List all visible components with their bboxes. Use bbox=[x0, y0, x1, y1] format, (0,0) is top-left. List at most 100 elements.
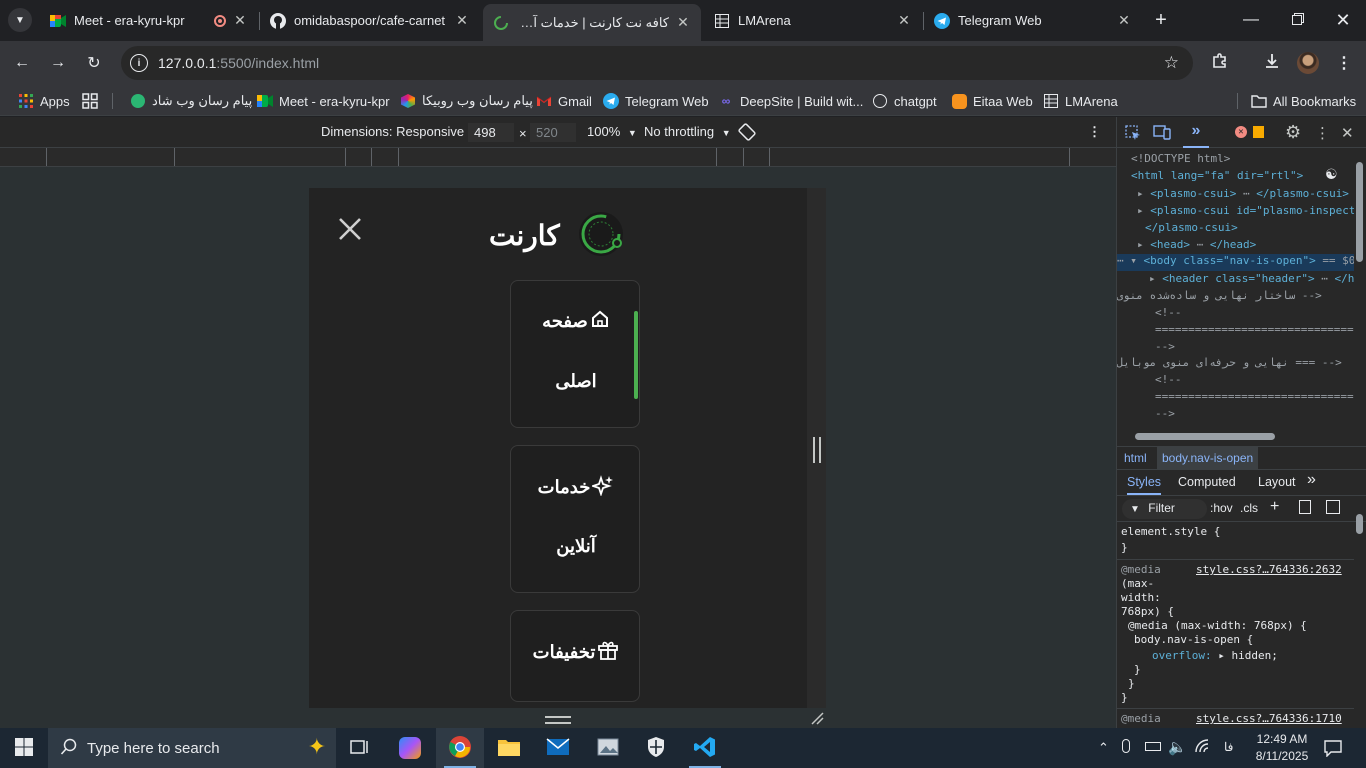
paint-icon[interactable] bbox=[1299, 500, 1311, 514]
menu-item-online-services[interactable]: خدمات آنلاین bbox=[510, 445, 640, 593]
dom-vertical-scrollbar[interactable] bbox=[1355, 152, 1364, 422]
error-icon[interactable]: ✕ bbox=[1235, 126, 1247, 138]
dom-line[interactable]: <!-- bbox=[1155, 306, 1182, 319]
dom-line-selected[interactable]: ⋯ ▾ <body class="nav-is-open"> == $0 bbox=[1117, 254, 1354, 271]
clock[interactable]: 12:49 AM 8/11/2025 bbox=[1250, 731, 1314, 765]
device-more-button[interactable]: ⋮ bbox=[1088, 124, 1101, 140]
bookmark-eitaa[interactable]: Eitaa Web bbox=[951, 91, 1033, 111]
settings-gear-icon[interactable]: ⚙ bbox=[1285, 122, 1301, 143]
dom-line[interactable]: --> bbox=[1155, 340, 1175, 353]
dom-line[interactable]: ============================== bbox=[1155, 323, 1354, 336]
breadcrumb-body[interactable]: body.nav-is-open bbox=[1157, 447, 1259, 469]
style-element[interactable]: element.style { bbox=[1121, 525, 1220, 538]
bookmark-shad[interactable]: پیام رسان وب شاد bbox=[130, 91, 252, 111]
input-language[interactable]: فا bbox=[1224, 740, 1233, 754]
panels-chevron-icon[interactable]: » bbox=[1183, 122, 1209, 148]
all-bookmarks-button[interactable]: All Bookmarks bbox=[1251, 91, 1356, 111]
zoom-select[interactable]: 100% ▼ bbox=[587, 124, 637, 139]
more-vert-icon[interactable]: ⋮ bbox=[1315, 124, 1330, 142]
wifi-icon[interactable] bbox=[1194, 738, 1210, 757]
rotate-button[interactable] bbox=[738, 123, 756, 144]
close-icon[interactable]: ✕ bbox=[232, 12, 248, 29]
accessibility-icon[interactable]: ☯ bbox=[1325, 167, 1338, 183]
profile-avatar[interactable] bbox=[1294, 49, 1322, 77]
tab-meet[interactable]: Meet - era-kyru-kpr ✕ bbox=[40, 6, 258, 35]
brand-logo[interactable]: کارنت bbox=[489, 210, 626, 260]
star-icon[interactable]: ☆ bbox=[1164, 53, 1179, 73]
more-tabs-icon[interactable]: » bbox=[1307, 471, 1316, 489]
width-input[interactable]: 498 bbox=[468, 123, 514, 142]
browser-menu-button[interactable]: ⋮ bbox=[1330, 49, 1358, 77]
style-source-link[interactable]: style.css?…764336:1710 bbox=[1196, 712, 1342, 725]
dom-line[interactable]: <html lang="fa" dir="rtl"> bbox=[1131, 169, 1303, 182]
bookmark-deepsite[interactable]: ∞ DeepSite | Build wit... bbox=[718, 91, 864, 111]
close-icon[interactable]: ✕ bbox=[1116, 12, 1132, 29]
tray-chevron-icon[interactable]: ⌃ bbox=[1098, 740, 1109, 756]
cls-toggle[interactable]: .cls bbox=[1240, 501, 1258, 515]
start-button[interactable] bbox=[0, 728, 48, 768]
dom-line[interactable]: ▸ <plasmo-csui> ⋯ </plasmo-csui> bbox=[1137, 187, 1349, 200]
volume-icon[interactable]: 🔈 bbox=[1168, 738, 1187, 756]
resize-handle-right[interactable] bbox=[813, 437, 821, 463]
reload-button[interactable]: ↻ bbox=[80, 49, 108, 77]
breadcrumb-html[interactable]: html bbox=[1124, 451, 1147, 465]
style-source-link[interactable]: style.css?…764336:2632 bbox=[1196, 563, 1342, 576]
bookmark-telegram[interactable]: Telegram Web bbox=[603, 91, 709, 111]
photos-button[interactable] bbox=[584, 728, 632, 768]
dom-line[interactable]: <!-- === نهایی و حرفه‌ای منوی موبایل ===… bbox=[1117, 356, 1342, 369]
issues-icon[interactable] bbox=[1253, 126, 1264, 138]
site-info-icon[interactable]: i bbox=[130, 54, 148, 72]
dom-line[interactable]: ▸ <header class="header"> ⋯ </he bbox=[1149, 272, 1354, 285]
height-input[interactable]: 520 bbox=[530, 123, 576, 142]
battery-icon[interactable] bbox=[1145, 742, 1161, 751]
mail-button[interactable] bbox=[534, 728, 582, 768]
downloads-button[interactable] bbox=[1258, 49, 1286, 77]
tab-search-button[interactable]: ▼ bbox=[8, 8, 32, 32]
dom-line[interactable]: ============================== bbox=[1155, 390, 1354, 403]
bookmark-chatgpt[interactable]: chatgpt bbox=[872, 91, 937, 111]
dom-line[interactable]: <!-- ساختار نهایی و ساده‌شده منوی موبایل… bbox=[1117, 289, 1322, 302]
tab-styles[interactable]: Styles bbox=[1127, 475, 1162, 495]
resize-handle-bottom[interactable] bbox=[545, 716, 571, 724]
restore-button[interactable] bbox=[1274, 0, 1320, 40]
bookmark-gmail[interactable]: Gmail bbox=[536, 91, 592, 111]
close-icon[interactable]: ✕ bbox=[1341, 124, 1354, 142]
notifications-icon[interactable] bbox=[1324, 739, 1342, 760]
menu-item-home[interactable]: صفحه اصلی bbox=[510, 280, 640, 428]
close-window-button[interactable]: ✕ bbox=[1320, 0, 1366, 40]
close-icon[interactable]: ✕ bbox=[675, 14, 691, 31]
dom-horizontal-scrollbar[interactable] bbox=[1117, 430, 1354, 442]
tab-github[interactable]: omidabaspoor/cafe-carnet ✕ bbox=[260, 6, 480, 35]
dimensions-select[interactable]: Dimensions: Responsive ▼ bbox=[321, 124, 481, 139]
close-icon[interactable]: ✕ bbox=[454, 12, 470, 29]
minimize-button[interactable]: — bbox=[1228, 0, 1274, 40]
file-explorer-button[interactable] bbox=[485, 728, 533, 768]
address-bar[interactable]: i 127.0.0.1:5500/index.html ☆ bbox=[121, 46, 1193, 80]
sidebar-toggle-icon[interactable] bbox=[1326, 500, 1340, 514]
microphone-icon[interactable] bbox=[1122, 739, 1130, 753]
close-menu-button[interactable] bbox=[335, 214, 365, 244]
dom-line[interactable]: --> bbox=[1155, 407, 1175, 420]
tab-layout[interactable]: Layout bbox=[1258, 475, 1296, 489]
add-rule-icon[interactable]: + bbox=[1270, 498, 1279, 516]
device-mode-icon[interactable] bbox=[1153, 124, 1171, 143]
tab-telegram[interactable]: Telegram Web ✕ bbox=[924, 6, 1142, 35]
vscode-taskbar-button[interactable] bbox=[681, 728, 729, 768]
styles-scrollbar[interactable] bbox=[1355, 514, 1364, 724]
bookmark-meet[interactable]: Meet - era-kyru-kpr bbox=[257, 91, 390, 111]
dom-line[interactable]: ▸ <head> ⋯ </head> bbox=[1137, 238, 1256, 251]
taskbar-search[interactable]: Type here to search ✦ bbox=[48, 728, 336, 768]
dom-line[interactable]: <!DOCTYPE html> bbox=[1131, 152, 1230, 165]
tab-cafe-carnet[interactable]: کافه نت کارنت | خدمات آنلاین ✕ bbox=[483, 4, 701, 41]
chrome-taskbar-button[interactable] bbox=[436, 728, 484, 768]
task-view-button[interactable] bbox=[336, 728, 384, 768]
bookmark-apps[interactable]: Apps bbox=[18, 91, 70, 111]
security-button[interactable] bbox=[632, 728, 680, 768]
resize-handle-corner[interactable] bbox=[810, 711, 824, 725]
tab-lmarena[interactable]: LMArena ✕ bbox=[704, 6, 922, 35]
new-tab-button[interactable]: + bbox=[1149, 8, 1173, 32]
throttling-select[interactable]: No throttling ▼ bbox=[644, 124, 731, 139]
close-icon[interactable]: ✕ bbox=[896, 12, 912, 29]
forward-button[interactable]: → bbox=[44, 49, 72, 77]
back-button[interactable]: ← bbox=[8, 49, 36, 77]
